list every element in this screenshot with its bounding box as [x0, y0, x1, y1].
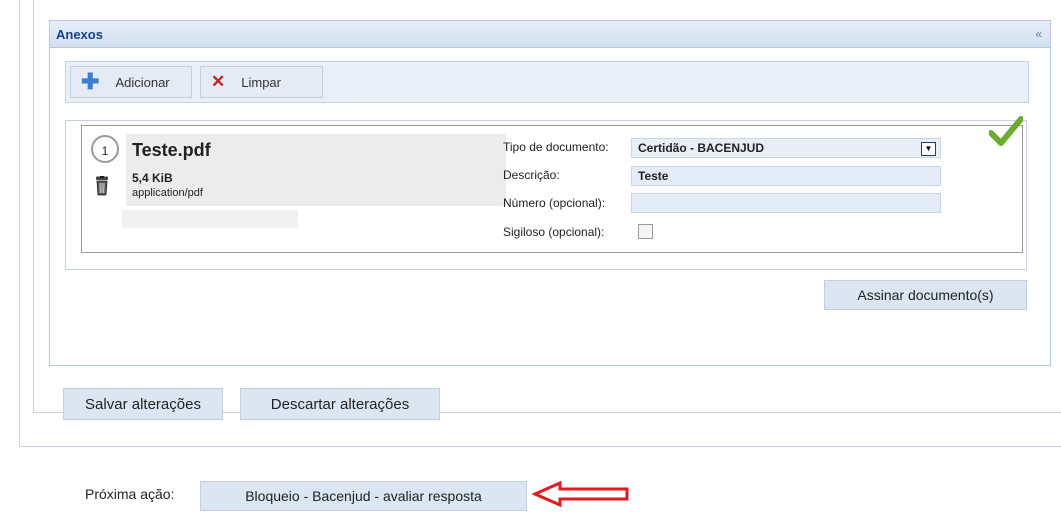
- file-size: 5,4 KiB: [132, 171, 173, 185]
- file-list-area: 1 Teste.pdf 5,4 KiB application/pdf Tipo…: [65, 120, 1027, 270]
- plus-icon: ✚: [81, 69, 100, 94]
- panel-header: Anexos «: [50, 21, 1050, 48]
- file-name: Teste.pdf: [132, 140, 211, 160]
- check-icon: [989, 116, 1023, 146]
- secret-label: Sigiloso (opcional):: [503, 225, 605, 239]
- file-card: 1 Teste.pdf 5,4 KiB application/pdf Tipo…: [81, 125, 1023, 253]
- add-button-label: Adicionar: [115, 74, 170, 90]
- add-button[interactable]: ✚ Adicionar: [70, 66, 192, 98]
- file-mime-type: application/pdf: [132, 187, 203, 199]
- x-icon: ✕: [211, 72, 226, 91]
- doc-type-label: Tipo de documento:: [503, 140, 609, 154]
- clear-button[interactable]: ✕ Limpar: [200, 66, 323, 98]
- doc-type-value: Certidão - BACENJUD: [638, 141, 765, 155]
- number-label: Número (opcional):: [503, 196, 606, 210]
- clear-button-label: Limpar: [241, 74, 281, 90]
- panel-title: Anexos: [56, 27, 103, 42]
- upload-progress-track: [122, 210, 298, 228]
- next-action-button[interactable]: Bloqueio - Bacenjud - avaliar resposta: [200, 481, 527, 511]
- sign-documents-button[interactable]: Assinar documento(s): [824, 280, 1027, 310]
- arrow-left-icon: [532, 481, 629, 507]
- next-action-label: Próxima ação:: [85, 486, 175, 502]
- description-label: Descrição:: [503, 168, 560, 182]
- secret-checkbox[interactable]: [638, 224, 653, 239]
- discard-changes-button[interactable]: Descartar alterações: [240, 388, 440, 420]
- save-changes-button[interactable]: Salvar alterações: [63, 388, 223, 420]
- collapse-icon[interactable]: «: [1035, 27, 1042, 41]
- description-input[interactable]: Teste: [631, 166, 941, 186]
- number-input[interactable]: [631, 193, 941, 213]
- attachments-toolbar: ✚ Adicionar ✕ Limpar: [65, 61, 1029, 103]
- chevron-down-icon[interactable]: ▼: [921, 142, 936, 156]
- file-index-badge: 1: [91, 135, 119, 163]
- description-value: Teste: [638, 169, 669, 183]
- attachments-panel: Anexos « ✚ Adicionar ✕ Limpar 1 Teste.pd…: [49, 20, 1051, 366]
- doc-type-select[interactable]: Certidão - BACENJUD ▼: [631, 138, 941, 158]
- trash-icon[interactable]: [94, 176, 110, 196]
